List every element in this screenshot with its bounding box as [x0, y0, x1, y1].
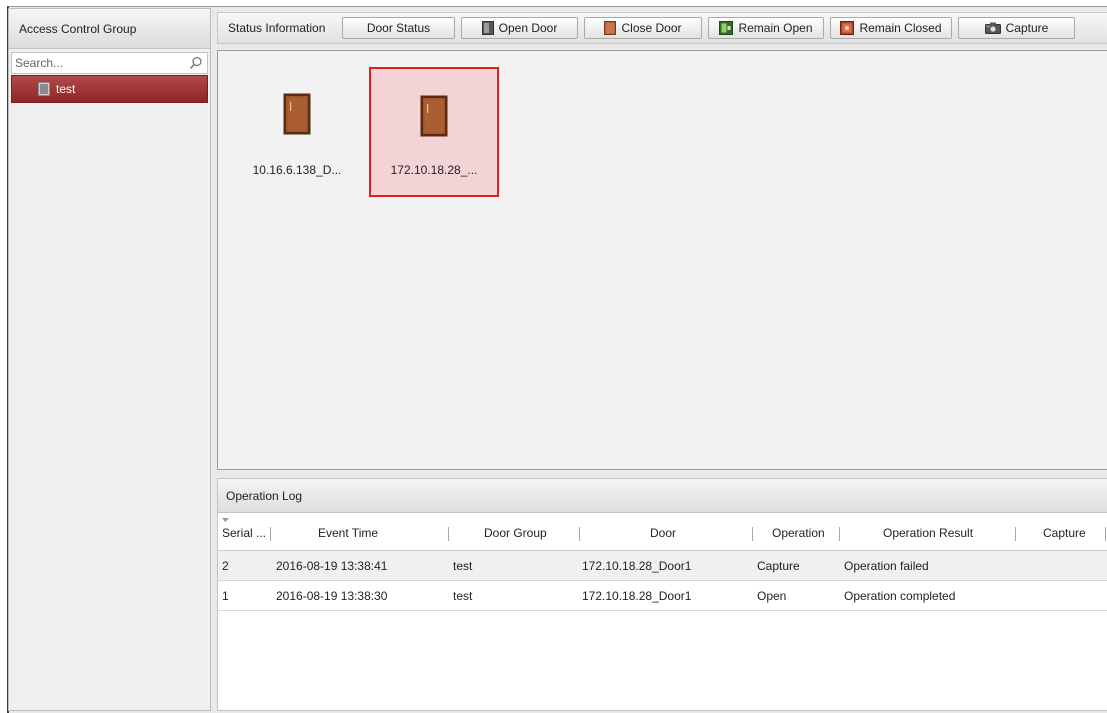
column-event-time[interactable]: Event Time [318, 513, 398, 551]
column-operation-result[interactable]: Operation Result [883, 513, 993, 551]
remain-open-label: Remain Open [738, 21, 813, 35]
search-input[interactable] [12, 53, 182, 73]
open-door-label: Open Door [498, 21, 558, 35]
group-item-label: test [56, 82, 76, 96]
column-divider [1015, 527, 1016, 541]
panel-title: Access Control Group [9, 9, 210, 49]
door-icon [283, 93, 311, 135]
door-label: 172.10.18.28_... [390, 163, 478, 177]
cell-operation: Open [757, 589, 787, 603]
open-door-button[interactable]: Open Door [461, 17, 578, 39]
cell-door: 172.10.18.28_Door1 [582, 589, 692, 603]
table-row[interactable]: 2 2016-08-19 13:38:41 test 172.10.18.28_… [218, 551, 1107, 581]
cell-event-time: 2016-08-19 13:38:41 [276, 559, 388, 573]
close-door-button[interactable]: Close Door [584, 17, 702, 39]
door-item-selected[interactable]: 172.10.18.28_... [369, 67, 499, 197]
column-divider [579, 527, 580, 541]
open-door-icon [481, 21, 494, 35]
door-group-icon [38, 82, 50, 96]
remain-open-icon [719, 21, 734, 35]
cell-operation: Capture [757, 559, 800, 573]
column-divider [448, 527, 449, 541]
camera-icon [984, 22, 1001, 34]
door-status-button[interactable]: Door Status [342, 17, 455, 39]
capture-label: Capture [1005, 21, 1049, 35]
cell-door-group: test [453, 589, 473, 603]
column-door[interactable]: Door [650, 513, 710, 551]
door-label: 10.16.6.138_D... [252, 163, 342, 177]
remain-closed-icon [840, 21, 855, 35]
status-information-label: Status Information [228, 21, 326, 35]
cell-serial: 1 [222, 589, 229, 603]
cell-serial: 2 [222, 559, 229, 573]
column-divider [839, 527, 840, 541]
column-divider [270, 527, 271, 541]
column-capture[interactable]: Capture [1043, 513, 1093, 551]
close-door-label: Close Door [621, 21, 682, 35]
search-icon[interactable] [189, 56, 203, 70]
cell-operation-result: Operation completed [844, 589, 956, 603]
door-icon [420, 95, 448, 137]
column-divider [1105, 527, 1106, 541]
cell-event-time: 2016-08-19 13:38:30 [276, 589, 388, 603]
operation-log-panel: Operation Log Serial ... Event Time Door… [217, 478, 1107, 711]
door-toolbar: Status Information Door Status Open Door… [217, 12, 1107, 44]
remain-closed-label: Remain Closed [859, 21, 942, 35]
door-item[interactable]: 10.16.6.138_D... [232, 67, 362, 197]
capture-button[interactable]: Capture [958, 17, 1075, 39]
column-operation[interactable]: Operation [772, 513, 832, 551]
operation-log-title: Operation Log [218, 479, 1107, 513]
close-door-icon [604, 21, 617, 35]
remain-open-button[interactable]: Remain Open [708, 17, 824, 39]
cell-door: 172.10.18.28_Door1 [582, 559, 692, 573]
cell-door-group: test [453, 559, 473, 573]
log-column-headers: Serial ... Event Time Door Group Door Op… [218, 513, 1107, 551]
group-item-test[interactable]: test [11, 75, 208, 103]
access-control-group-panel: Access Control Group test [8, 8, 211, 711]
column-door-group[interactable]: Door Group [484, 513, 574, 551]
remain-closed-button[interactable]: Remain Closed [830, 17, 952, 39]
cell-operation-result: Operation failed [844, 559, 929, 573]
column-divider [752, 527, 753, 541]
column-serial[interactable]: Serial ... [222, 513, 268, 551]
door-status-label: Door Status [366, 21, 431, 35]
search-box[interactable] [11, 52, 208, 74]
door-status-area: 10.16.6.138_D... 172.10.18.28_... [217, 50, 1107, 470]
table-row[interactable]: 1 2016-08-19 13:38:30 test 172.10.18.28_… [218, 581, 1107, 611]
